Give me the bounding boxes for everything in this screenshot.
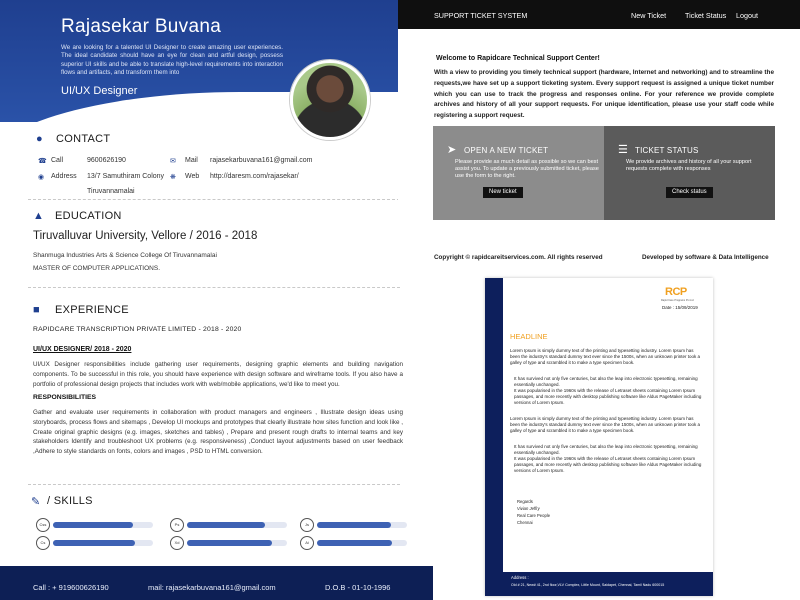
skill-badge: Ps xyxy=(170,518,184,532)
experience-title: EXPERIENCE xyxy=(55,304,129,316)
skill-badge: Xd xyxy=(170,536,184,550)
nav-new-ticket[interactable]: New Ticket xyxy=(631,11,666,20)
skill-row: Css xyxy=(36,518,156,532)
skill-badge: Css xyxy=(36,518,50,532)
skill-row: Ai xyxy=(300,536,410,550)
education-university: Tiruvalluvar University, Vellore / 2016 … xyxy=(33,230,258,242)
resume-role: UI/UX Designer xyxy=(61,85,138,97)
nav-brand[interactable]: SUPPORT TICKET SYSTEM xyxy=(434,11,527,20)
skill-fill xyxy=(53,540,135,546)
contact-title: CONTACT xyxy=(56,133,111,145)
footer-mail: mail: rajasekarbuvana161@gmail.com xyxy=(148,583,276,592)
letter-regards: Regards xyxy=(517,499,533,504)
education-title: EDUCATION xyxy=(55,210,122,222)
card-desc: We provide archives and history of all y… xyxy=(626,159,752,172)
skill-fill xyxy=(187,522,265,528)
skill-fill xyxy=(317,540,392,546)
location-icon: ◉ xyxy=(38,174,45,181)
responsibilities-title: RESPONSIBILITIES xyxy=(33,394,97,401)
phone-icon: ☎ xyxy=(38,158,47,165)
letter-headline: HEADLINE xyxy=(510,332,548,341)
letter-paragraph: It has survived not only five centuries,… xyxy=(514,444,698,456)
ticket-page: SUPPORT TICKET SYSTEM New Ticket Ticket … xyxy=(398,0,800,270)
rcp-logo: RCP xyxy=(665,286,687,298)
resume-page: Rajasekar Buvana We are looking for a ta… xyxy=(0,0,433,600)
divider xyxy=(28,199,400,200)
card-title: OPEN A NEW TICKET xyxy=(464,146,549,155)
divider xyxy=(28,484,400,485)
skill-bar xyxy=(317,540,407,546)
education-degree: MASTER OF COMPUTER APPLICATIONS. xyxy=(33,265,161,272)
letter-paragraph: Lorem Ipsum is simply dummy text of the … xyxy=(510,416,700,434)
skill-row: Js xyxy=(300,518,410,532)
letterhead-page: RCP Rapid Care Programs Pvt Ltd Date : 1… xyxy=(485,278,713,596)
letter-footer: Address : Old # 21, New# 41, 2nd floor,V… xyxy=(503,572,713,596)
copyright: Copyright © rapidcareitservices.com. All… xyxy=(434,254,603,261)
letter-side-stripe xyxy=(485,278,503,596)
skill-bar xyxy=(53,522,153,528)
letter-paragraph: It was popularised in the 1960s with the… xyxy=(514,388,702,406)
skill-fill xyxy=(317,522,391,528)
letter-date: Date : 15/09/2019 xyxy=(662,305,698,310)
welcome-heading: Welcome to Rapidcare Technical Support C… xyxy=(436,55,600,62)
person-icon: ● xyxy=(36,133,43,145)
skill-bar xyxy=(317,522,407,528)
divider xyxy=(28,287,400,288)
ticket-icon: ➤ xyxy=(447,144,457,156)
mail-link[interactable]: rajasekarbuvana161@gmail.com xyxy=(210,157,312,164)
skill-row: Xd xyxy=(170,536,290,550)
skills-title: / SKILLS xyxy=(47,495,93,507)
composite-canvas: Rajasekar Buvana We are looking for a ta… xyxy=(0,0,800,600)
address-text: Old # 21, New# 41, 2nd floor,VLV Complex… xyxy=(511,583,665,587)
new-ticket-button[interactable]: New ticket xyxy=(483,187,523,198)
resume-name: Rajasekar Buvana xyxy=(61,16,222,37)
skill-fill xyxy=(53,522,133,528)
skill-badge: Js xyxy=(300,518,314,532)
briefcase-icon: ■ xyxy=(33,304,40,316)
card-title: TICKET STATUS xyxy=(635,146,699,155)
nav-logout[interactable]: Logout xyxy=(736,11,758,20)
card-open-ticket: ➤ OPEN A NEW TICKET Please provide as mu… xyxy=(433,126,604,220)
letter-sign-city: Chennai xyxy=(517,520,533,525)
address-label: Address : xyxy=(511,575,529,580)
footer-call: Call : + 919600626190 xyxy=(33,583,109,592)
resume-footer: Call : + 919600626190 mail: rajasekarbuv… xyxy=(0,566,433,600)
skill-bar xyxy=(53,540,153,546)
letter-paragraph: It has survived not only five centuries,… xyxy=(514,376,698,388)
avatar xyxy=(290,60,370,140)
card-ticket-status: ☰ TICKET STATUS We provide archives and … xyxy=(604,126,775,220)
top-nav: SUPPORT TICKET SYSTEM New Ticket Ticket … xyxy=(398,0,800,29)
experience-role: UI/UX DESIGNER/ 2018 - 2020 xyxy=(33,346,132,353)
footer-dob: D.O.B - 01-10-1996 xyxy=(325,583,391,592)
skill-bar xyxy=(187,522,287,528)
resume-summary: We are looking for a talented UI Designe… xyxy=(61,44,283,76)
skill-bar xyxy=(187,540,287,546)
experience-description: UI/UX Designer responsibilities include … xyxy=(33,361,403,388)
letter-signature: Vivian Jeffry xyxy=(517,506,540,511)
experience-company: RAPIDCARE TRANSCRIPTION PRIVATE LIMITED … xyxy=(33,326,242,333)
skill-fill xyxy=(187,540,272,546)
skill-row: Cs xyxy=(36,536,156,550)
education-college: Shanmuga Industries Arts & Science Colle… xyxy=(33,252,217,259)
mail-icon: ✉ xyxy=(170,158,176,165)
letter-paragraph: It was popularised in the 1960s with the… xyxy=(514,456,702,474)
skill-badge: Ai xyxy=(300,536,314,550)
web-link[interactable]: http://daresm.com/rajasekar/ xyxy=(210,173,299,180)
skills-icon: ✎ xyxy=(31,496,41,508)
graduation-cap-icon: ▲ xyxy=(33,210,44,222)
skill-row: Ps xyxy=(170,518,290,532)
skill-badge: Cs xyxy=(36,536,50,550)
globe-icon: ❋ xyxy=(170,174,176,181)
responsibilities-text: Gather and evaluate user requirements in… xyxy=(33,409,403,456)
welcome-body: With a view to providing you timely tech… xyxy=(434,69,774,120)
nav-ticket-status[interactable]: Ticket Status xyxy=(685,11,726,20)
letter-paragraph: Lorem Ipsum is simply dummy text of the … xyxy=(510,348,700,366)
check-status-button[interactable]: Check status xyxy=(666,187,713,198)
list-icon: ☰ xyxy=(618,144,628,156)
card-desc: Please provide as much detail as possibl… xyxy=(455,159,599,179)
logo-tagline: Rapid Care Programs Pvt Ltd xyxy=(661,299,694,302)
letter-sign-name: Real Care People xyxy=(517,513,551,518)
developed-by: Developed by software & Data Intelligenc… xyxy=(642,254,769,261)
